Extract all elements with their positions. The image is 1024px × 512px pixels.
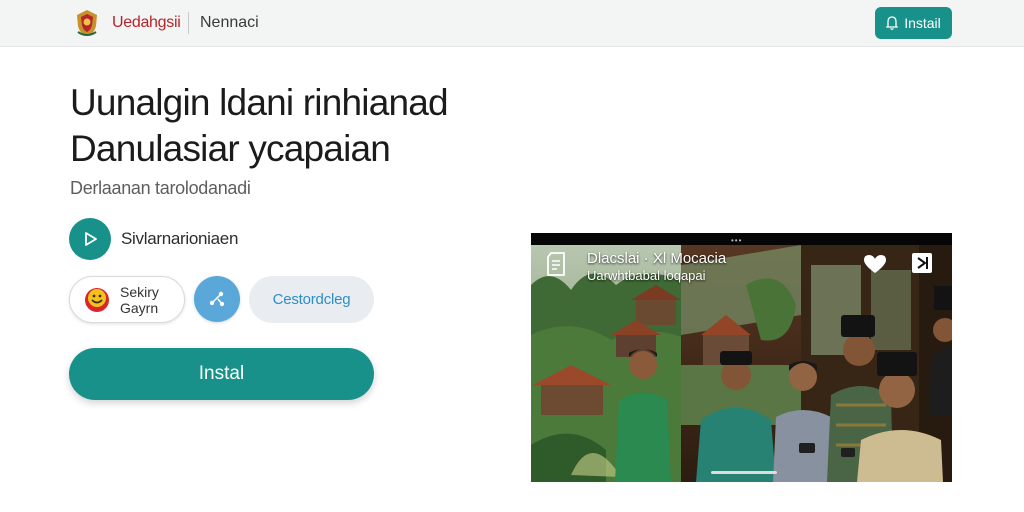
heart-icon[interactable] — [861, 253, 889, 275]
header-divider — [188, 12, 189, 34]
share-icon — [209, 291, 225, 307]
play-button[interactable] — [69, 218, 111, 260]
smile-icon — [85, 287, 109, 312]
header-install-button[interactable]: Instail — [875, 7, 952, 39]
store-chip[interactable]: Sekiry Gayrn — [69, 276, 185, 323]
exit-icon[interactable] — [911, 251, 933, 275]
video-subtitle: Uarwhtbabal loqapai — [587, 268, 706, 283]
share-button[interactable] — [194, 276, 240, 322]
title-line-1: Uunalgin ldani rinhianad — [70, 82, 449, 123]
page-title: Uunalgin ldani rinhianad Danulasiar ycap… — [70, 80, 510, 172]
store-chip-line1: Sekiry — [120, 283, 159, 300]
store-chip-line2: Gayrn — [120, 299, 159, 316]
page-subtitle: Derlaanan tarolodanadi — [70, 178, 251, 198]
emblem-icon[interactable] — [72, 8, 102, 38]
store-chip-text: Sekiry Gayrn — [120, 284, 159, 316]
play-icon — [85, 232, 97, 246]
video-progress-bar[interactable] — [711, 471, 777, 474]
top-bar: Uedahgsii Nennaci Instail — [0, 0, 1024, 47]
bell-icon — [886, 16, 899, 30]
title-line-2: Danulasiar ycapaian — [70, 128, 391, 169]
video-title: Dlacslai · Xl Mocacia — [587, 250, 727, 267]
header-install-label: Instail — [904, 15, 941, 31]
install-button[interactable]: Instal — [69, 348, 374, 400]
pill-button[interactable]: Cestordcleg — [249, 276, 374, 323]
video-preview[interactable]: ••• Dlacslai · Xl Mocacia Uarwhtbabal lo… — [531, 233, 952, 482]
play-label[interactable]: Sivlarnarioniaen — [121, 229, 238, 249]
video-dots: ••• — [731, 236, 743, 245]
brand-name[interactable]: Uedahgsii — [112, 14, 181, 32]
video-top-strip: ••• — [531, 233, 952, 245]
nav-link[interactable]: Nennaci — [200, 14, 259, 32]
document-icon[interactable] — [544, 251, 568, 277]
